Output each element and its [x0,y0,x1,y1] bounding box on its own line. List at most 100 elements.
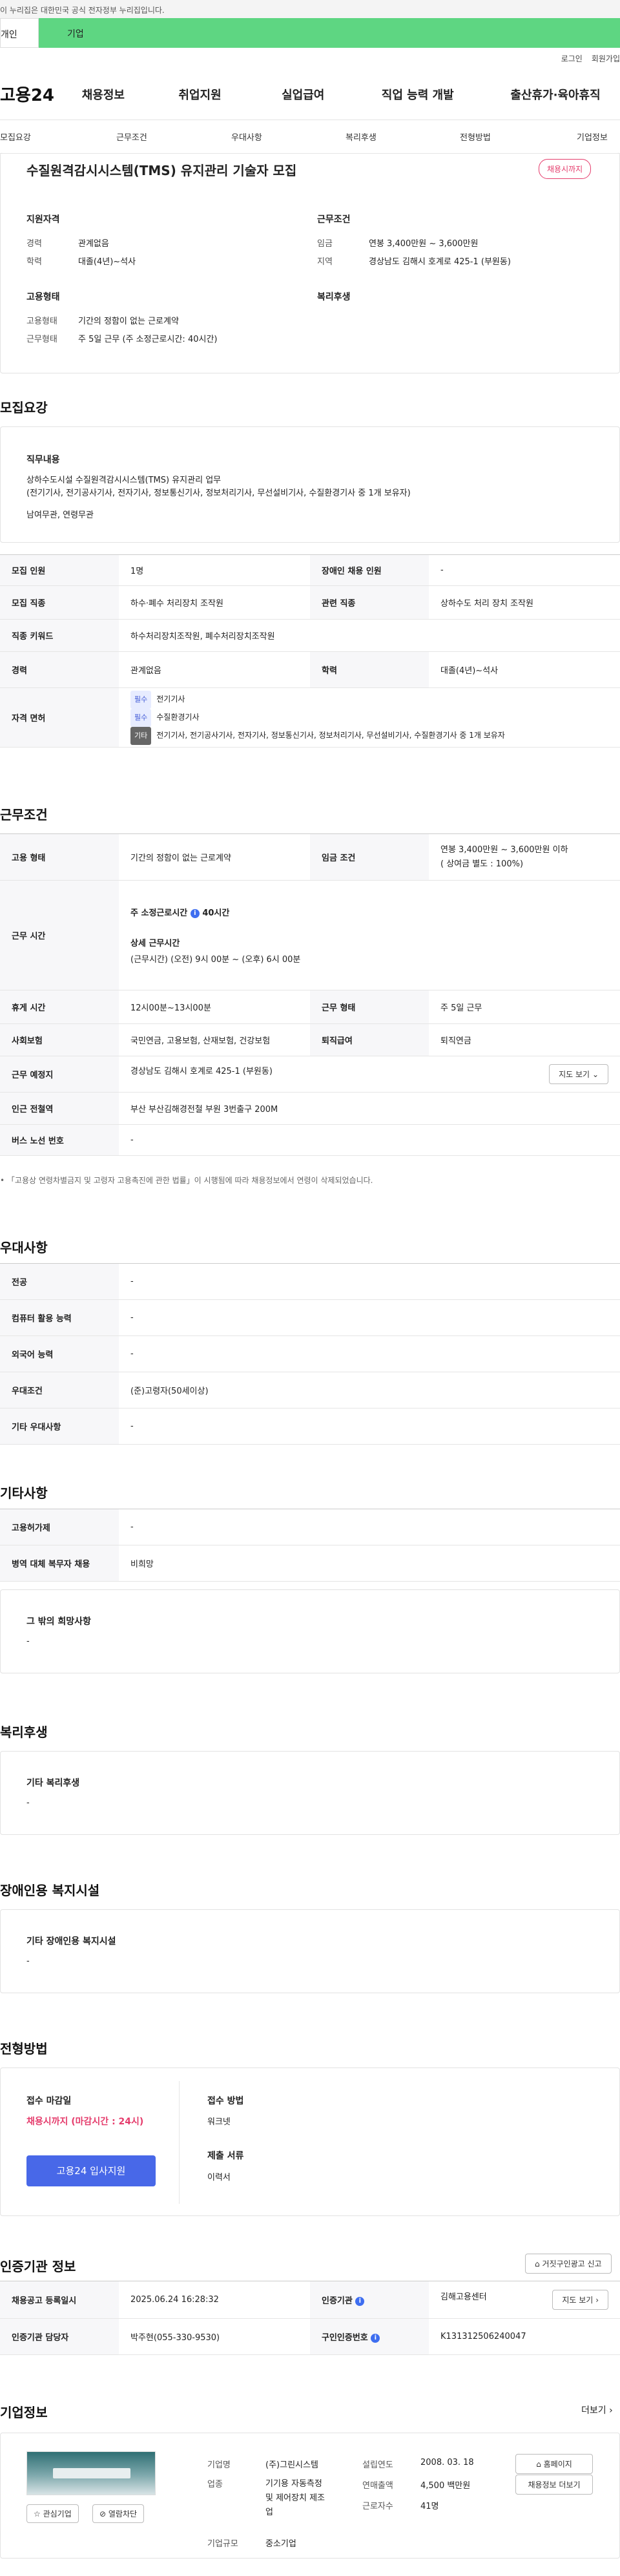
industry-line: 기기용 자동측정 [265,2479,322,2489]
num-value: K131312506240047 [429,2318,620,2355]
etc-label: 병역 대체 복무자 채용 [0,1545,119,1582]
emp-heading: 고용형태 [26,292,60,302]
table-row: 병역 대체 복무자 채용 비희망 [0,1545,620,1582]
section-title-etc: 기타사항 [0,1485,48,1501]
size-label: 기업규모 [207,2539,238,2549]
num-label-text: 구인인증번호 [322,2333,368,2343]
career-value-2: 관계없음 [119,651,310,688]
hours-label: 근무 시간 [0,880,119,990]
career-label-2: 경력 [0,651,119,688]
gnb-jobs[interactable]: 채용정보 [82,86,179,103]
industry-value: 기기용 자동측정 및 제어장치 제조 업 [265,2477,356,2520]
career-label: 경력 [26,239,42,249]
map-button[interactable]: 지도 보기 ⌄ [549,1064,608,1084]
subnav-welfare[interactable]: 복리후생 [346,131,377,143]
table-row: 컴퓨터 활용 능력 - [0,1299,620,1336]
info-icon[interactable]: i [355,2296,365,2306]
table-row: 근무 예정지 경상남도 김해시 호계로 425-1 (부원동) 지도 보기 ⌄ [0,1056,620,1093]
org-value: 김해고용센터 [440,2292,487,2302]
company-name-value: (주)그린시스템 [265,2460,318,2470]
summary-card: 수질원격감시시스템(TMS) 유지관리 기술자 모집 채용시까지 지원자격 경력… [0,152,620,373]
company-name-label: 기업명 [207,2460,231,2470]
reg-value: 2025.06.24 16:28:32 [119,2281,310,2319]
license-list: 필수 전기기사 필수 수질환경기사 기타 전기기사, 전기공사기사, 전자기사, 정보… [119,687,620,748]
table-row: 고용허가제 - [0,1509,620,1545]
homepage-button[interactable]: ⌂ 홈페이지 [515,2454,593,2474]
emptype-label-2: 고용 형태 [0,833,119,881]
industry-line: 및 제어장치 제조 [265,2493,325,2503]
retire-label: 퇴직급여 [310,1023,429,1056]
recruit-table: 모집 인원 1명 장애인 채용 인원 - 모집 직종 하수·폐수 처리장치 조작… [0,554,620,748]
bus-value: - [119,1124,620,1156]
break-label: 휴게 시간 [0,990,119,1024]
subnav-recruit[interactable]: 모집요강 [0,131,31,143]
company-more-link[interactable]: 더보기 › [581,2403,613,2416]
license-item: 필수 전기기사 [130,690,608,709]
company-logo-shape [53,2468,130,2478]
age-note-text: 「고용상 연령차별금지 및 고령자 고용촉진에 관한 법률」이 시행됨에 따라 … [6,1176,373,1185]
block-view-button[interactable]: ⊘ 열람차단 [92,2504,145,2523]
site-logo[interactable]: 고용24 [0,82,81,106]
more-jobs-button[interactable]: 채용정보 더보기 [515,2475,593,2495]
subnav-work[interactable]: 근무조건 [116,131,147,143]
job-desc-2: (전기기사, 전기공사기사, 전자기사, 정보통신기사, 정보처리기사, 무선설… [26,488,411,498]
table-row: 기타 우대사항 - [0,1408,620,1445]
gnb-job-training[interactable]: 직업 능력 개발 [382,86,511,103]
org-map-button[interactable]: 지도 보기 › [552,2290,608,2310]
gov-banner: 이 누리집은 대한민국 공식 전자정부 누리집입니다. [0,0,620,18]
work-table: 고용 형태 기간의 정함이 없는 근로계약 임금 조건 연봉 3,400만원 ~… [0,833,620,1156]
emptype-value-2: 기간의 정함이 없는 근로계약 [119,833,310,881]
num-label: 구인인증번호 i [310,2318,429,2355]
edu-label-2: 학력 [310,651,429,688]
pref-value: - [119,1335,620,1372]
login-link[interactable]: 로그인 [561,53,583,64]
tab-personal[interactable]: 개인 [0,18,39,48]
star-icon: ☆ [34,2509,41,2518]
table-row: 고용 형태 기간의 정함이 없는 근로계약 임금 조건 연봉 3,400만원 ~… [0,833,620,881]
home-icon: ⌂ [536,2460,541,2469]
pref-value: - [119,1299,620,1336]
edu-value-2: 대졸(4년)~석사 [429,651,620,688]
signup-link[interactable]: 회원가입 [592,53,620,64]
subnav-selection[interactable]: 전형방법 [460,131,491,143]
pref-table: 전공 - 컴퓨터 활용 능력 - 외국어 능력 - 우대조건 (준)고령자(50세이상)… [0,1263,620,1445]
founded-value: 2008. 03. 18 [420,2458,474,2467]
job-desc-1: 상하수도시설 수질원격감시시스템(TMS) 유지관리 업무 [26,476,222,485]
pref-label: 기타 우대사항 [0,1408,119,1445]
station-value: 부산 부산김해경전철 부원 3번출구 200M [119,1092,620,1125]
weekly-hours: 주 소정근로시간 i 40시간 [130,906,608,918]
section-title-disability: 장애인용 복지시설 [0,1883,100,1898]
selection-card: 접수 마감일 채용시까지 (마감시간 : 24시) 고용24 입사지원 접수 방… [0,2068,620,2216]
license-text: 수질환경기사 [156,712,200,722]
section-subnav: 모집요강 근무조건 우대사항 복리후생 전형방법 기업정보 [0,120,620,154]
tab-enterprise[interactable]: 기업 [39,18,620,48]
docs-value: 이력서 [207,2173,231,2183]
company-card: ☆ 관심기업 ⊘ 열람차단 기업명 (주)그린시스템 업종 기기용 자동측정 및… [0,2433,620,2559]
gnb-parental-leave[interactable]: 출산휴가·육아휴직 [510,86,620,103]
staff-value: 41명 [420,2502,439,2511]
info-icon[interactable]: i [371,2333,380,2343]
subnav-pref[interactable]: 우대사항 [231,131,262,143]
age-note: • 「고용상 연령차별금지 및 고령자 고용촉진에 관한 법률」이 시행됨에 따… [0,1175,373,1186]
license-tag: 필수 [130,708,152,727]
table-row: 근무 시간 주 소정근로시간 i 40시간 상세 근무시간 (근무시간) (오전… [0,880,620,990]
divider [179,2081,180,2204]
apply-button[interactable]: 고용24 입사지원 [26,2155,156,2186]
pref-label: 우대조건 [0,1372,119,1408]
info-icon[interactable]: i [190,908,200,918]
station-label: 인근 전철역 [0,1092,119,1125]
sales-label: 연매출액 [362,2481,393,2491]
job-desc-card: 직무내용 상하수도시설 수질원격감시시스템(TMS) 유지관리 업무 (전기기사… [0,426,620,543]
table-row: 우대조건 (준)고령자(50세이상) [0,1372,620,1408]
interest-company-button[interactable]: ☆ 관심기업 [26,2504,79,2523]
org-label-text: 인증기관 [322,2296,353,2306]
related-value: 상하수도 처리 장치 조작원 [429,585,620,620]
report-false-ad-button[interactable]: ⌂ 거짓구인광고 신고 [525,2254,612,2274]
license-item: 기타 전기기사, 전기공사기사, 전자기사, 정보통신기사, 정보처리기사, 무선… [130,726,608,745]
gnb-unemployment-benefit[interactable]: 실업급여 [282,86,382,103]
interest-label: 관심기업 [43,2509,72,2518]
gnb-employment-support[interactable]: 취업지원 [178,86,282,103]
manager-label: 인증기관 담당자 [0,2318,119,2355]
region-value: 경상남도 김해시 호계로 425-1 (부원동) [369,257,511,267]
subnav-company[interactable]: 기업정보 [577,131,608,143]
